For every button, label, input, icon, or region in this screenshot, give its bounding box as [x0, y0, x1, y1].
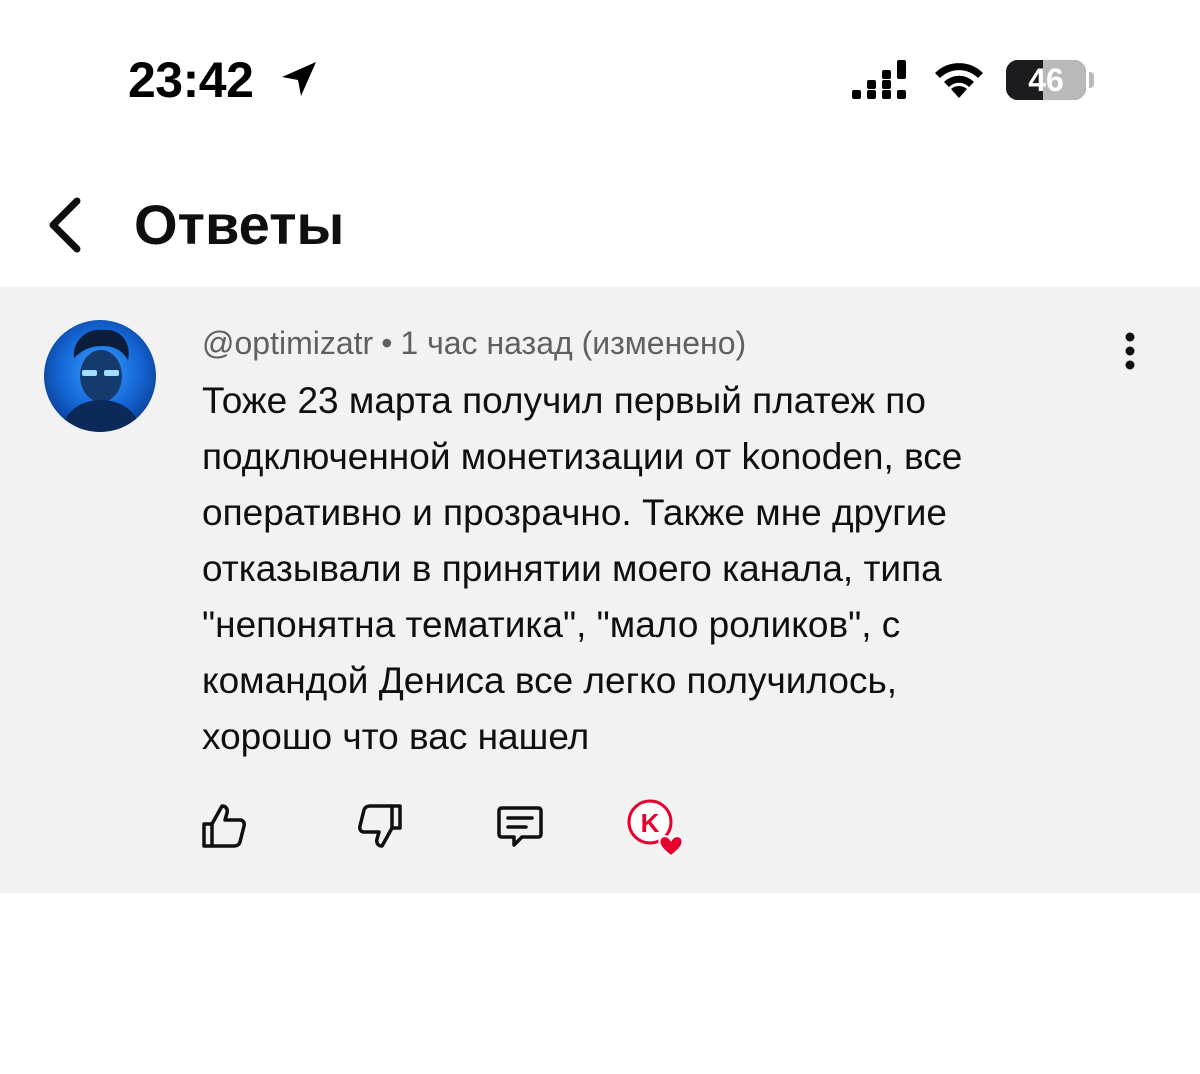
comment-timestamp: 1 час назад (изменено): [400, 325, 747, 361]
creator-heart: K: [624, 796, 690, 862]
comment-text-line: Тоже 23 марта получил первый платеж по: [202, 380, 926, 421]
comment-text-line: "непонятна тематика", "мало роликов", с: [202, 604, 901, 645]
header: Ответы: [0, 170, 1200, 285]
comment-card: @optimizatr • 1 час назад (изменено) Тоже …: [0, 287, 1200, 893]
cellular-signal-icon: [852, 60, 906, 99]
reply-icon: [497, 806, 543, 847]
comment-text-line: командой Дениса все легко получилось,: [202, 660, 898, 701]
avatar[interactable]: [44, 320, 156, 432]
back-button[interactable]: [30, 190, 100, 260]
more-options-button[interactable]: [1106, 327, 1154, 375]
creator-heart-icon: K: [627, 799, 684, 858]
comment-text-line: подключенной монетизации от konoden, все: [202, 436, 963, 477]
comment-text-line: оперативно и прозрачно. Также мне другие: [202, 492, 948, 533]
location-arrow-icon: [282, 62, 316, 96]
comment-text: Тоже 23 марта получил первый платеж по п…: [202, 373, 1132, 765]
chevron-left-icon: [49, 197, 81, 253]
wifi-icon: [935, 63, 983, 98]
dislike-button[interactable]: [352, 798, 408, 854]
page-title: Ответы: [134, 193, 345, 256]
thumbs-down-icon: [358, 804, 402, 848]
comment-text-line: хорошо что вас нашел: [202, 716, 590, 757]
avatar-image: [44, 320, 156, 432]
thumbs-up-icon: [202, 804, 246, 848]
status-bar: 23:42 46: [0, 0, 1200, 160]
battery-nub: [1089, 72, 1094, 88]
creator-badge-letter: K: [641, 808, 660, 838]
comment-meta: @optimizatr • 1 час назад (изменено): [202, 323, 746, 363]
vertical-dots-icon: [1125, 332, 1135, 370]
reply-button[interactable]: [492, 798, 548, 854]
status-time: 23:42: [128, 52, 254, 108]
battery-indicator: 46: [1006, 60, 1086, 100]
battery-level: 46: [1028, 62, 1064, 98]
meta-separator: •: [381, 325, 393, 361]
comment-text-line: отказывали в принятии моего канала, типа: [202, 548, 942, 589]
comment-author[interactable]: @optimizatr: [202, 325, 373, 361]
comment-actions: K: [0, 792, 1200, 862]
like-button[interactable]: [196, 798, 252, 854]
